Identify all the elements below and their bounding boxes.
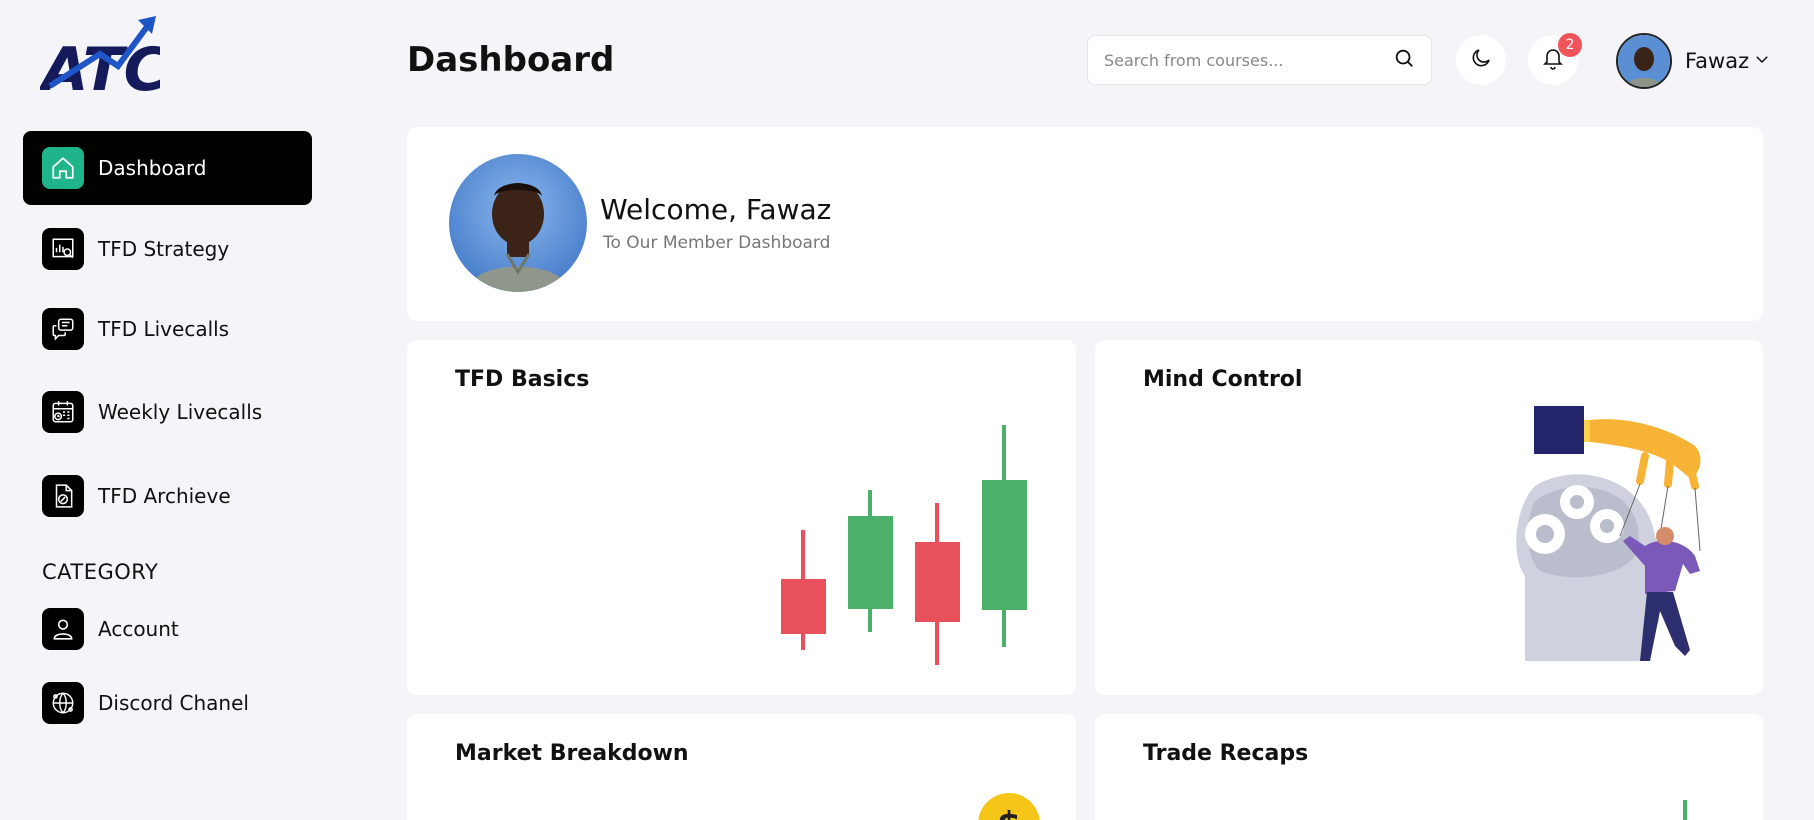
search-input[interactable] [1104, 50, 1393, 70]
course-title: Trade Recaps [1143, 741, 1309, 766]
sidebar-item-label: TFD Strategy [98, 237, 230, 261]
course-title: Market Breakdown [455, 741, 689, 766]
sidebar: ATC Dashboard TFD Strategy TFD Livecalls… [0, 0, 330, 820]
category-heading: CATEGORY [42, 560, 159, 584]
welcome-subtitle: To Our Member Dashboard [603, 233, 831, 253]
sidebar-item-label: Dashboard [98, 156, 207, 180]
candlestick-illustration [763, 425, 1033, 669]
page-title: Dashboard [407, 40, 615, 80]
notifications-button[interactable]: 2 [1528, 33, 1582, 85]
sidebar-item-dashboard[interactable]: Dashboard [23, 131, 312, 205]
welcome-avatar [449, 154, 587, 292]
chart-analysis-icon [42, 228, 84, 270]
course-title: TFD Basics [455, 367, 590, 392]
chevron-down-icon [1753, 50, 1771, 72]
chart-line-illustration [1683, 800, 1687, 820]
sidebar-item-account[interactable]: Account [23, 592, 312, 666]
chat-bubbles-icon [42, 308, 84, 350]
course-card-tfd-basics[interactable]: TFD Basics [407, 340, 1076, 695]
sidebar-item-label: TFD Livecalls [98, 317, 230, 341]
notification-badge: 2 [1558, 33, 1582, 57]
avatar [1616, 33, 1672, 89]
user-icon [42, 608, 84, 650]
course-card-mind-control[interactable]: Mind Control [1095, 340, 1763, 695]
sidebar-item-discord-chanel[interactable]: Discord Chanel [23, 666, 312, 740]
user-menu[interactable]: Fawaz [1616, 33, 1771, 89]
sidebar-item-tfd-livecalls[interactable]: TFD Livecalls [23, 292, 312, 366]
sidebar-item-tfd-strategy[interactable]: TFD Strategy [23, 212, 312, 286]
search-icon[interactable] [1393, 47, 1415, 73]
welcome-card: Welcome, Fawaz To Our Member Dashboard [407, 127, 1763, 321]
sidebar-item-label: Weekly Livecalls [98, 400, 263, 424]
sidebar-item-label: Account [98, 617, 179, 641]
course-title: Mind Control [1143, 367, 1303, 392]
course-card-trade-recaps[interactable]: Trade Recaps [1095, 714, 1763, 820]
atc-logo[interactable]: ATC [38, 14, 168, 105]
calendar-clock-icon [42, 391, 84, 433]
sidebar-item-tfd-archieve[interactable]: TFD Archieve [23, 459, 312, 533]
welcome-greeting: Welcome, Fawaz [600, 193, 832, 226]
home-icon [42, 147, 84, 189]
user-name: Fawaz [1685, 49, 1750, 73]
moon-icon [1469, 46, 1493, 74]
search-box [1087, 35, 1432, 85]
coin-icon: $ [977, 792, 1041, 820]
course-card-market-breakdown[interactable]: Market Breakdown $ [407, 714, 1076, 820]
sidebar-item-weekly-livecalls[interactable]: Weekly Livecalls [23, 375, 312, 449]
archive-file-icon [42, 475, 84, 517]
sidebar-item-label: TFD Archieve [98, 484, 231, 508]
mind-control-illustration [1505, 406, 1735, 680]
sidebar-item-label: Discord Chanel [98, 691, 249, 715]
svg-text:$: $ [997, 805, 1021, 820]
globe-network-icon [42, 682, 84, 724]
dark-mode-toggle[interactable] [1456, 35, 1506, 85]
svg-text:ATC: ATC [40, 35, 160, 96]
